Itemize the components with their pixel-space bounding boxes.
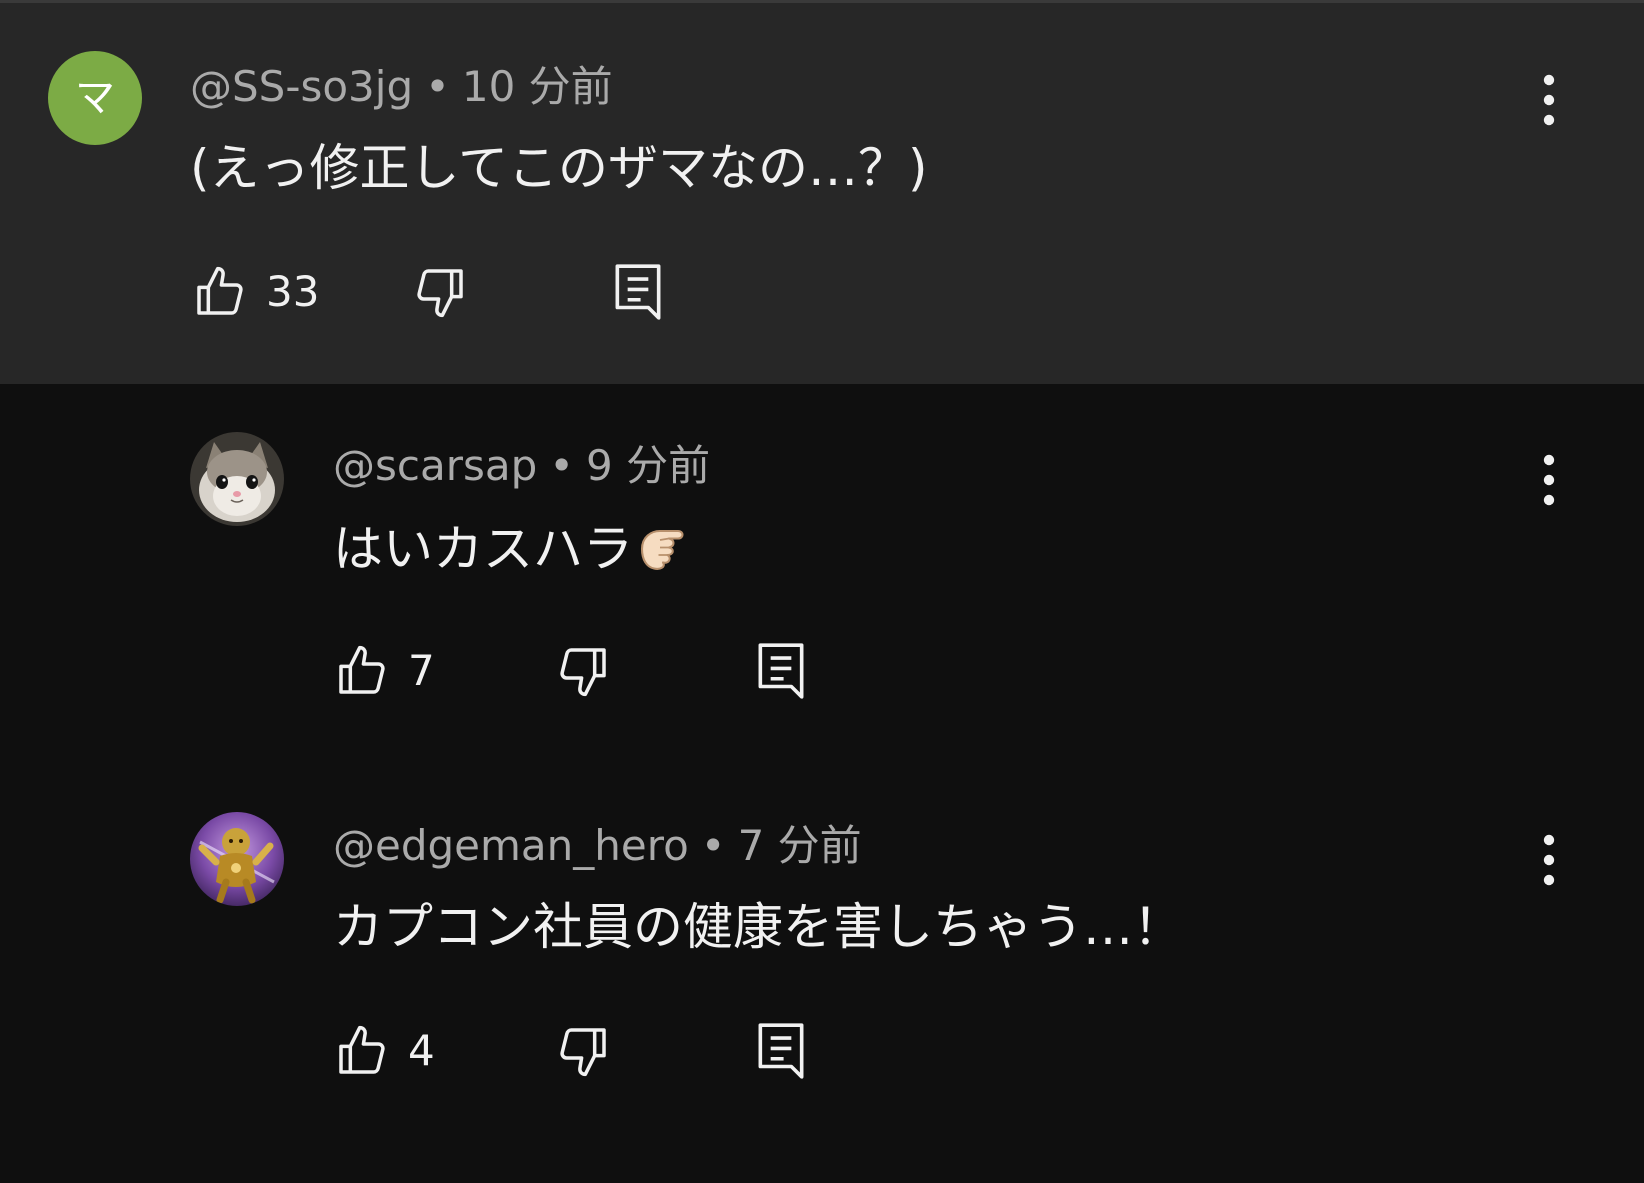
pointing-finger-emoji — [640, 529, 684, 570]
reply-comment-icon — [615, 264, 661, 320]
comment-time: 7 分前 — [737, 821, 862, 870]
meta-separator: • — [700, 821, 726, 870]
comment-reply: @scarsap • 9 分前 はいカスハラ 7 — [0, 384, 1644, 764]
cat-avatar-icon[interactable] — [190, 432, 284, 526]
thumbs-up-icon — [339, 645, 385, 694]
like-count: 7 — [408, 646, 435, 695]
reply-button[interactable] — [755, 1020, 807, 1082]
more-options-icon[interactable] — [1529, 450, 1569, 510]
like-count: 4 — [408, 1026, 435, 1075]
thumbs-down-icon — [560, 648, 606, 697]
comment-meta: @edgeman_hero • 7 分前 — [333, 820, 862, 872]
like-button[interactable]: 33 — [192, 264, 319, 320]
more-options-icon[interactable] — [1529, 830, 1569, 890]
thumbs-down-icon — [417, 269, 463, 318]
reply-comment-icon — [758, 643, 804, 699]
reply-comment-icon — [758, 1023, 804, 1079]
comment-text: はいカスハラ — [333, 520, 633, 578]
more-options-icon[interactable] — [1529, 70, 1569, 130]
thumbs-down-icon — [560, 1028, 606, 1077]
like-button[interactable]: 4 — [334, 1023, 435, 1079]
thumbs-up-icon — [197, 266, 243, 315]
thumbs-up-icon — [339, 1025, 385, 1074]
comment-time: 9 分前 — [586, 441, 711, 490]
comment-time: 10 分前 — [461, 62, 613, 111]
comment-reply: @edgeman_hero • 7 分前 カプコン社員の健康を害しちゃう…！ 4 — [0, 764, 1644, 1144]
author-handle[interactable]: @edgeman_hero — [333, 821, 689, 870]
golden-figure-avatar-icon[interactable] — [190, 812, 284, 906]
dislike-button[interactable] — [412, 264, 468, 320]
author-handle[interactable]: @scarsap — [333, 441, 537, 490]
comment-text: (えっ修正してこのザマなの…？) — [190, 139, 928, 197]
comment-meta: @scarsap • 9 分前 — [333, 440, 710, 492]
reply-button[interactable] — [612, 261, 664, 323]
dislike-button[interactable] — [555, 1023, 611, 1079]
author-handle[interactable]: @SS-so3jg — [190, 62, 413, 111]
meta-separator: • — [425, 62, 450, 111]
dislike-button[interactable] — [555, 643, 611, 699]
avatar[interactable]: マ — [48, 51, 142, 145]
comment-text: カプコン社員の健康を害しちゃう…！ — [333, 898, 1183, 956]
like-count: 33 — [266, 267, 320, 316]
reply-button[interactable] — [755, 640, 807, 702]
comments-screen: マ @SS-so3jg•10 分前 (えっ修正してこのザマなの…？) 33 — [0, 0, 1644, 1183]
comment-body: はいカスハラ — [333, 516, 693, 580]
like-button[interactable]: 7 — [334, 643, 435, 699]
comment-thread-parent: マ @SS-so3jg • 10 分前 (えっ修正してこのザマなの…？) 33 — [0, 3, 1644, 384]
comment-meta: @SS-so3jg • 10 分前 — [190, 61, 613, 113]
meta-separator: • — [549, 441, 575, 490]
